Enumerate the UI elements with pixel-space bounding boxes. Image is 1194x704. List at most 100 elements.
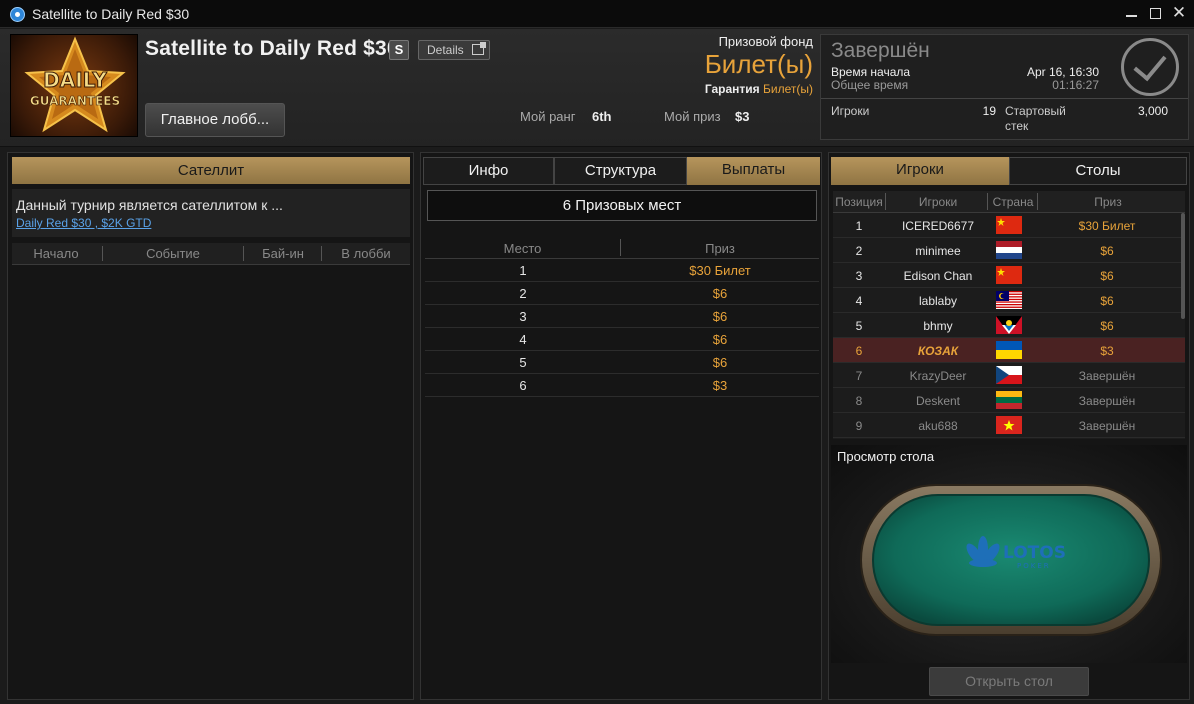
window-titlebar: Satellite to Daily Red $30 ✕ <box>0 0 1194 28</box>
open-table-button[interactable]: Открыть стол <box>929 667 1089 696</box>
satellite-header: Сателлит <box>12 157 410 184</box>
player-prize: Завершён <box>1078 419 1136 433</box>
col-start[interactable]: Начало <box>12 246 100 261</box>
payout-prize: $3 <box>712 378 728 393</box>
player-name: Edison Chan <box>903 269 973 283</box>
player-row[interactable]: 4 lablaby $6 <box>833 288 1185 313</box>
payout-place: 6 <box>519 378 527 393</box>
player-row[interactable]: 5 bhmy $6 <box>833 313 1185 338</box>
satellite-description-box: Данный турнир является сателлитом к ... … <box>12 189 410 237</box>
col-buyin[interactable]: Бай-ин <box>245 246 321 261</box>
player-position: 3 <box>855 269 863 283</box>
player-row[interactable]: 9 aku688 Завершён <box>833 413 1185 438</box>
maximize-icon <box>1149 8 1161 19</box>
player-prize: $6 <box>1100 269 1114 283</box>
col-country[interactable]: Страна <box>988 195 1038 209</box>
prize-pool-label: Призовой фонд <box>718 34 813 49</box>
close-button[interactable]: ✕ <box>1168 3 1190 23</box>
player-row[interactable]: 7 KrazyDeer Завершён <box>833 363 1185 388</box>
payout-place: 1 <box>519 263 527 278</box>
players-label: Игроки <box>831 104 870 118</box>
status-divider <box>821 98 1188 99</box>
guarantee-value: Билет(ы) <box>763 82 813 96</box>
col-place: Место <box>503 241 542 256</box>
start-time-label: Время начала <box>831 65 911 79</box>
payout-row: 3 $6 <box>425 305 819 328</box>
tab-info[interactable]: Инфо <box>423 157 554 185</box>
payout-prize: $6 <box>712 309 728 324</box>
speed-badge: S <box>389 40 409 60</box>
player-name: aku688 <box>918 419 958 433</box>
tab-structure[interactable]: Структура <box>554 157 687 185</box>
prize-pool-value: Билет(ы) <box>704 49 813 79</box>
starting-stack-value: 3,000 <box>1137 104 1168 118</box>
logo-text-guarantees: GUARANTEES <box>30 94 120 108</box>
player-name: lablaby <box>918 294 958 308</box>
payout-row: 1 $30 Билет <box>425 259 819 282</box>
cz-flag-icon <box>996 366 1022 384</box>
players-scrollbar[interactable] <box>1181 213 1185 319</box>
player-name: ICERED6677 <box>901 219 975 233</box>
cn-flag-icon <box>996 216 1022 234</box>
player-prize: $30 Билет <box>1078 219 1136 233</box>
window-title: Satellite to Daily Red $30 <box>32 6 190 22</box>
cn-flag-icon <box>996 266 1022 284</box>
player-row[interactable]: 8 Deskent Завершён <box>833 388 1185 413</box>
player-prize: $6 <box>1100 319 1114 333</box>
maximize-button[interactable] <box>1144 3 1166 23</box>
payout-place: 2 <box>519 286 527 301</box>
player-name: Deskent <box>915 394 961 408</box>
my-rank-label: Мой ранг <box>520 109 576 124</box>
column-divider <box>102 246 103 261</box>
col-prize[interactable]: Приз <box>1038 195 1178 209</box>
player-prize: $3 <box>1100 344 1114 358</box>
guarantee-label: Гарантия <box>704 82 760 96</box>
tab-payouts[interactable]: Выплаты <box>687 157 820 185</box>
player-row[interactable]: 6 КОЗАК $3 <box>833 338 1185 363</box>
ua-flag-icon <box>996 341 1022 359</box>
player-prize: Завершён <box>1078 394 1136 408</box>
payout-row: 6 $3 <box>425 374 819 397</box>
close-icon: ✕ <box>1171 3 1187 22</box>
tab-players[interactable]: Игроки <box>831 157 1009 185</box>
player-row[interactable]: 2 minimee $6 <box>833 238 1185 263</box>
external-link-icon <box>472 42 486 55</box>
player-position: 8 <box>855 394 863 408</box>
player-position: 6 <box>855 344 863 358</box>
payout-prize: $30 Билет <box>689 263 751 278</box>
player-row[interactable]: 3 Edison Chan $6 <box>833 263 1185 288</box>
player-name: bhmy <box>923 319 953 333</box>
satellite-description: Данный турнир является сателлитом к ... <box>16 197 283 213</box>
player-prize: $6 <box>1100 294 1114 308</box>
player-position: 1 <box>855 219 863 233</box>
player-row[interactable]: 1 ICERED6677 $30 Билет <box>833 213 1185 238</box>
tournament-status: Завершён <box>831 39 930 62</box>
payouts-panel: Инфо Структура Выплаты 6 Призовых мест М… <box>420 152 822 700</box>
col-position[interactable]: Позиция <box>833 195 885 209</box>
main-lobby-button[interactable]: Главное лобб... <box>145 103 285 137</box>
payout-place: 3 <box>519 309 527 324</box>
players-value: 19 <box>982 104 996 118</box>
tournament-header: DAILY GUARANTEES Satellite to Daily Red … <box>0 29 1194 147</box>
col-prize: Приз <box>705 241 735 256</box>
tab-tables[interactable]: Столы <box>1009 157 1187 185</box>
col-in-lobby[interactable]: В лобби <box>323 246 409 261</box>
my-prize-value: $3 <box>735 109 750 124</box>
details-button[interactable]: Details <box>418 40 490 60</box>
table-brand: LOTOS <box>1003 543 1066 563</box>
col-event[interactable]: Событие <box>104 246 242 261</box>
player-name: КОЗАК <box>917 344 959 358</box>
payout-row: 2 $6 <box>425 282 819 305</box>
my-rank-value: 6th <box>592 109 612 124</box>
col-players[interactable]: Игроки <box>886 195 990 209</box>
app-logo-icon <box>10 7 25 22</box>
player-position: 5 <box>855 319 863 333</box>
player-name: minimee <box>915 244 961 258</box>
target-tournament-link[interactable]: Daily Red $30 , $2K GTD <box>16 216 151 230</box>
player-position: 4 <box>855 294 863 308</box>
payout-row: 5 $6 <box>425 351 819 374</box>
status-box: Завершён Время начала Apr 16, 16:30 Обще… <box>820 34 1189 140</box>
player-position: 7 <box>855 369 863 383</box>
minimize-button[interactable] <box>1120 3 1142 23</box>
players-table-header: Позиция Игроки Страна Приз <box>833 191 1185 213</box>
